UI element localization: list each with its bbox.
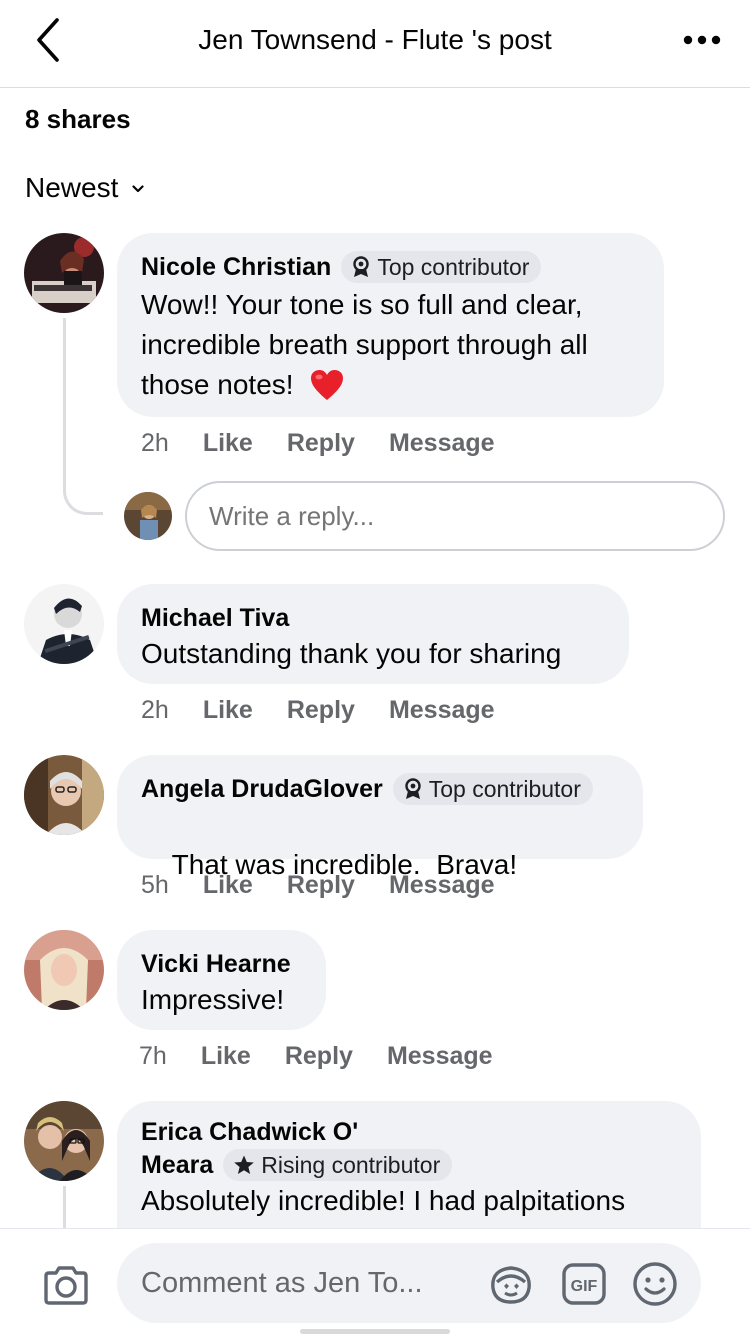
camera-icon bbox=[44, 1266, 88, 1305]
message-button[interactable]: Message bbox=[389, 696, 495, 725]
contributor-badge[interactable]: Top contributor bbox=[341, 251, 542, 283]
reply-button[interactable]: Reply bbox=[287, 696, 355, 725]
heart-emoji bbox=[311, 370, 344, 400]
reply-thread-line bbox=[63, 318, 103, 515]
comment-input[interactable] bbox=[141, 1243, 481, 1323]
message-button[interactable]: Message bbox=[389, 429, 495, 458]
badge-label: Top contributor bbox=[377, 253, 530, 280]
reply-input[interactable] bbox=[185, 481, 725, 551]
more-horizontal-icon bbox=[683, 35, 721, 45]
like-button[interactable]: Like bbox=[203, 696, 253, 725]
chevron-left-icon bbox=[37, 18, 59, 62]
badge-label: Top contributor bbox=[428, 775, 581, 802]
sort-dropdown[interactable]: Newest bbox=[25, 172, 144, 204]
contributor-badge[interactable]: Rising contributor bbox=[223, 1149, 453, 1181]
comment-bubble: Michael Tiva Outstanding thank you for s… bbox=[117, 584, 629, 684]
reply-thread-line bbox=[63, 1186, 66, 1228]
comment-author[interactable]: Vicki Hearne bbox=[141, 948, 291, 980]
comment-bubble: Nicole Christian Top contributor Wow!! Y… bbox=[117, 233, 664, 417]
home-indicator bbox=[300, 1329, 450, 1334]
gif-label: GIF bbox=[571, 1278, 598, 1295]
comment-actions: 2h Like Reply Message bbox=[141, 429, 495, 458]
comment-time[interactable]: 2h bbox=[141, 429, 169, 458]
comment-text: Absolutely incredible! I had palpitation… bbox=[141, 1185, 626, 1216]
message-button[interactable]: Message bbox=[389, 871, 495, 900]
message-button[interactable]: Message bbox=[387, 1042, 493, 1071]
comment-author[interactable]: Nicole Christian bbox=[141, 251, 331, 283]
my-avatar bbox=[124, 492, 172, 540]
contributor-badge[interactable]: Top contributor bbox=[392, 773, 593, 805]
comment-composer: GIF bbox=[0, 1228, 750, 1334]
avatar[interactable] bbox=[24, 755, 104, 835]
comment-actions: 5h Like Reply Message bbox=[141, 871, 495, 900]
gif-icon: GIF bbox=[562, 1263, 606, 1305]
comment-actions: 7h Like Reply Message bbox=[139, 1042, 493, 1071]
comment-text: Wow!! Your tone is so full and clear, in… bbox=[141, 289, 588, 400]
like-button[interactable]: Like bbox=[201, 1042, 251, 1071]
comment-actions: 2h Like Reply Message bbox=[141, 696, 495, 725]
like-button[interactable]: Like bbox=[203, 871, 253, 900]
sort-label: Newest bbox=[25, 172, 119, 203]
badge-label: Rising contributor bbox=[261, 1151, 441, 1178]
comment-author[interactable]: Angela DrudaGlover bbox=[141, 773, 383, 805]
comment-author[interactable]: Erica Chadwick O' bbox=[141, 1115, 677, 1149]
reply-button[interactable]: Reply bbox=[285, 1042, 353, 1071]
avatar[interactable] bbox=[24, 233, 104, 313]
gif-button[interactable]: GIF bbox=[560, 1261, 608, 1307]
camera-button[interactable] bbox=[40, 1263, 92, 1307]
top-bar: Jen Townsend - Flute 's post bbox=[0, 0, 750, 88]
shares-count[interactable]: 8 shares bbox=[25, 104, 131, 135]
avatar[interactable] bbox=[24, 930, 104, 1010]
comment-time[interactable]: 5h bbox=[141, 871, 169, 900]
comment-time[interactable]: 2h bbox=[141, 696, 169, 725]
comment-bubble: Vicki Hearne Impressive! bbox=[117, 930, 326, 1030]
avatar-sticker-button[interactable] bbox=[487, 1261, 535, 1307]
star-icon bbox=[233, 1154, 255, 1176]
comment-author-continued[interactable]: Meara bbox=[141, 1149, 213, 1181]
page-title: Jen Townsend - Flute 's post bbox=[198, 24, 552, 55]
comment-time[interactable]: 7h bbox=[139, 1042, 167, 1071]
like-button[interactable]: Like bbox=[203, 429, 253, 458]
badge-ribbon-icon bbox=[351, 256, 371, 278]
smiley-icon bbox=[633, 1262, 677, 1306]
badge-ribbon-icon bbox=[403, 778, 423, 800]
back-button[interactable] bbox=[26, 16, 70, 64]
comment-author[interactable]: Michael Tiva bbox=[141, 602, 289, 634]
comment-text: Impressive! bbox=[141, 984, 285, 1015]
reply-button[interactable]: Reply bbox=[287, 871, 355, 900]
avatar[interactable] bbox=[24, 1101, 104, 1181]
comment-bubble: Angela DrudaGlover Top contributor That … bbox=[117, 755, 643, 880]
chevron-down-icon bbox=[132, 185, 144, 193]
comment-text: Outstanding thank you for sharing bbox=[141, 638, 562, 669]
emoji-button[interactable] bbox=[631, 1261, 679, 1307]
comment-box: GIF bbox=[117, 1243, 701, 1323]
more-options-button[interactable] bbox=[680, 20, 724, 60]
avatar[interactable] bbox=[24, 584, 104, 664]
avatar-sticker-icon bbox=[491, 1266, 531, 1304]
reply-button[interactable]: Reply bbox=[287, 429, 355, 458]
